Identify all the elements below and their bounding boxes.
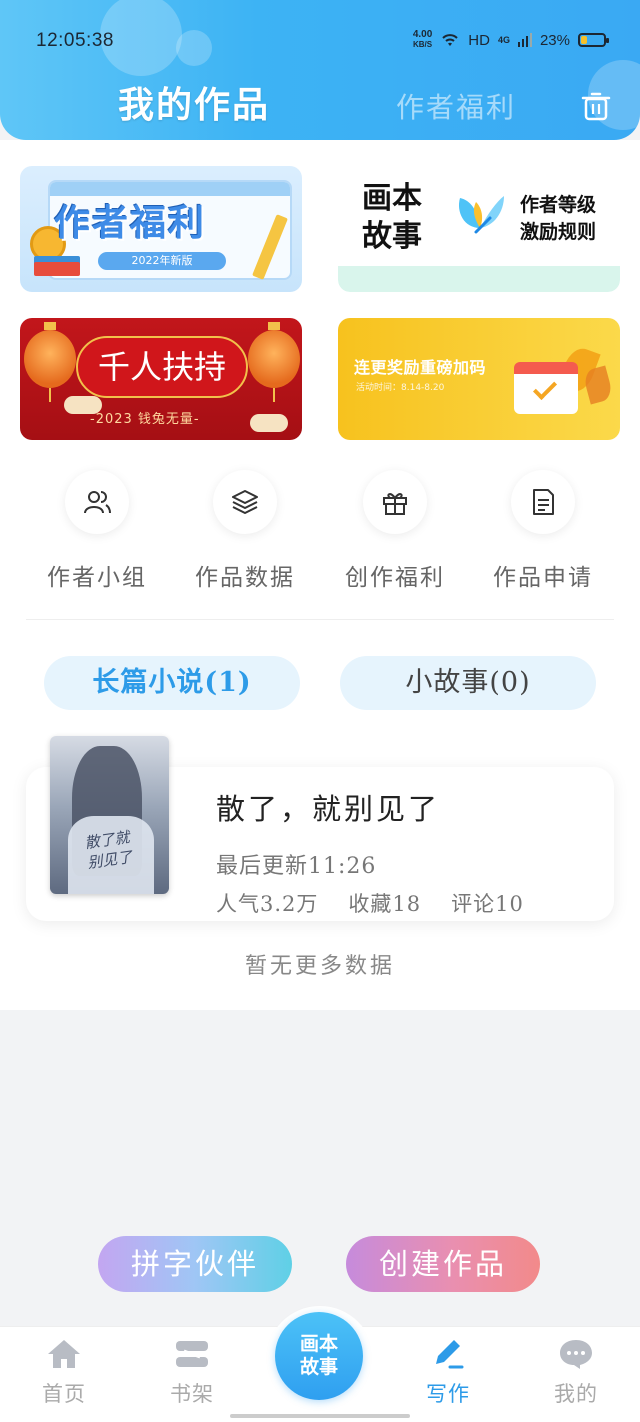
hd-label: HD — [468, 31, 490, 49]
tab-short-story[interactable]: 小故事(0) — [340, 656, 596, 710]
partner-button[interactable]: 拼字伙伴 — [98, 1236, 292, 1292]
status-bar: 12:05:38 4.00 KB/S HD 4G 23% — [0, 0, 640, 80]
banner-thousand-support[interactable]: 千人扶持 -2023 钱兔无量- — [20, 318, 302, 440]
work-favorites: 收藏18 — [348, 892, 422, 916]
picture-book-logo: 画本 故事 — [362, 181, 422, 254]
tab-home[interactable]: 首页 — [24, 1338, 104, 1408]
banner-author-benefits[interactable]: 作者福利 2022年新版 — [20, 166, 302, 292]
divider — [26, 619, 614, 620]
tab-author-benefits[interactable]: 作者福利 — [396, 86, 516, 126]
tab-novel[interactable]: 长篇小说(1) — [44, 656, 300, 710]
tab-label: 首页 — [42, 1382, 86, 1406]
banner-tag: 2022年新版 — [98, 252, 226, 270]
work-updated: 最后更新11:26 — [216, 854, 377, 879]
picture-book-center-button[interactable]: 画本 故事 — [275, 1312, 363, 1400]
quick-action-label: 作品申请 — [493, 565, 593, 591]
center-button-label: 画本 故事 — [299, 1333, 338, 1378]
lantern-icon — [24, 322, 76, 402]
create-work-button[interactable]: 创建作品 — [346, 1236, 540, 1292]
work-cover[interactable]: 散了就 别见了 — [50, 736, 169, 894]
quick-action-work-data[interactable]: 作品数据 — [170, 470, 320, 592]
quick-action-label: 创作福利 — [345, 565, 445, 591]
battery-icon — [578, 33, 609, 47]
books-icon — [34, 262, 80, 276]
quick-action-author-group[interactable]: 作者小组 — [22, 470, 172, 592]
cover-title-text: 散了就 别见了 — [83, 828, 134, 872]
battery-fill — [581, 36, 587, 44]
tab-my-works[interactable]: 我的作品 — [118, 76, 270, 128]
banner-update-reward[interactable]: 连更奖励重磅加码 活动时间：8.14-8.20 — [338, 318, 620, 440]
quick-action-label: 作者小组 — [47, 565, 147, 591]
banner-author-level[interactable]: 画本 故事 作者等级 激励规则 — [338, 166, 620, 292]
network-label: 4G — [497, 35, 510, 45]
tab-label: 我的 — [554, 1382, 598, 1406]
home-icon — [48, 1340, 80, 1368]
header: 12:05:38 4.00 KB/S HD 4G 23% 我的作品 作者福利 — [0, 0, 640, 140]
wifi-icon — [442, 34, 458, 46]
tab-label: 书架 — [170, 1382, 214, 1406]
banner-text: 作者等级 激励规则 — [520, 194, 597, 243]
net-speed-unit: KB/S — [412, 40, 433, 49]
banner-title: 千人扶持 — [76, 336, 248, 398]
chat-bubble-icon — [560, 1340, 592, 1369]
people-icon — [65, 470, 129, 534]
trash-icon[interactable] — [578, 88, 614, 124]
work-title: 散了，就别见了 — [216, 792, 441, 826]
quick-action-label: 作品数据 — [195, 565, 295, 591]
work-stats: 人气3.2万 收藏18 评论10 — [216, 888, 524, 918]
layers-icon — [213, 470, 277, 534]
gift-icon — [363, 470, 427, 534]
document-icon — [511, 470, 575, 534]
bookshelf-icon — [176, 1341, 208, 1367]
tab-shelf[interactable]: 书架 — [152, 1338, 232, 1408]
status-indicators: 4.00 KB/S HD 4G 23% — [413, 30, 609, 50]
work-popularity: 人气3.2万 — [216, 892, 319, 916]
tab-label: 写作 — [426, 1382, 470, 1406]
net-speed-value: 4.00 — [412, 29, 433, 40]
quick-action-work-application[interactable]: 作品申请 — [468, 470, 618, 592]
tab-write[interactable]: 写作 — [408, 1338, 488, 1408]
banner-wave — [338, 266, 620, 292]
work-comments: 评论10 — [451, 892, 524, 916]
lantern-icon — [248, 322, 300, 402]
home-indicator — [230, 1414, 410, 1418]
cloud-icon — [250, 414, 288, 432]
pen-icon — [436, 1340, 464, 1369]
signal-icon — [517, 33, 532, 47]
butterfly-icon — [458, 196, 504, 234]
status-time: 12:05:38 — [36, 30, 114, 51]
banner-title: 连更奖励重磅加码 — [354, 358, 487, 377]
battery-percent: 23% — [539, 31, 570, 49]
banner-subtitle: -2023 钱兔无量- — [90, 412, 200, 427]
banner-title: 作者福利 — [54, 203, 207, 244]
quick-action-creation-benefits[interactable]: 创作福利 — [320, 470, 470, 592]
net-speed: 4.00 KB/S — [413, 30, 432, 50]
banner-subtitle: 活动时间：8.14-8.20 — [356, 383, 445, 393]
tab-mine[interactable]: 我的 — [536, 1338, 616, 1408]
no-more-data: 暂无更多数据 — [244, 954, 395, 979]
